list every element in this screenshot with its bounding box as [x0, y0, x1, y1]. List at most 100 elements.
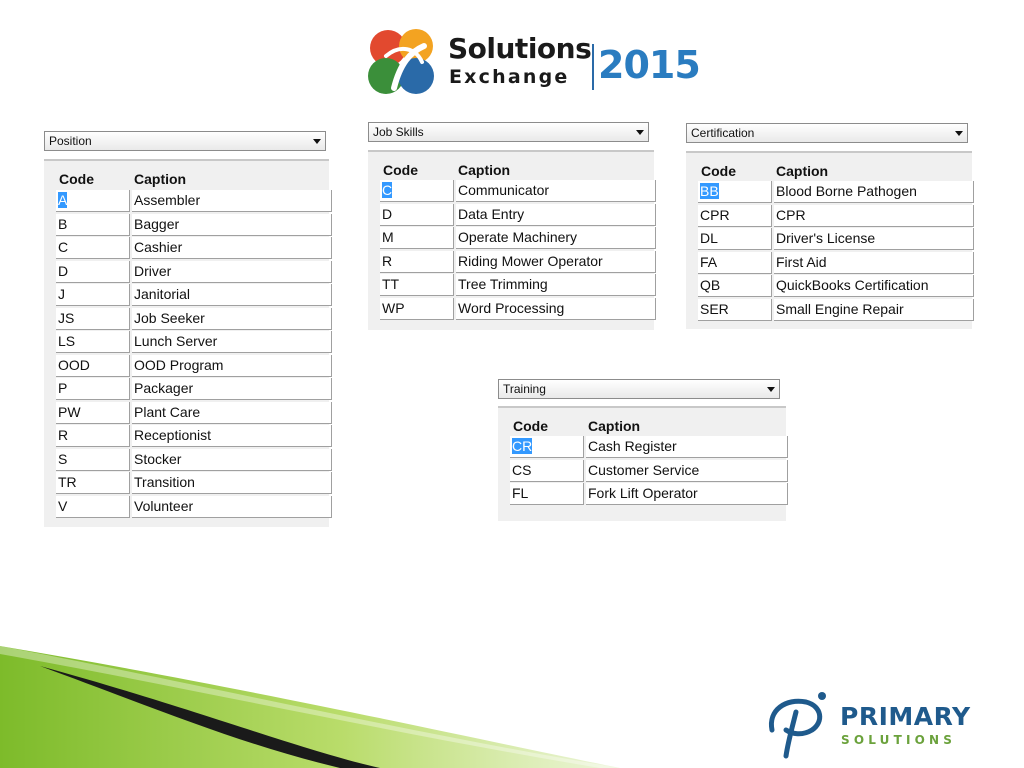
- code-cell[interactable]: CR: [510, 436, 584, 458]
- code-cell[interactable]: JS: [56, 307, 130, 330]
- code-column-header[interactable]: Code: [513, 418, 548, 434]
- caption-cell[interactable]: Bagger: [132, 213, 332, 236]
- code-text: CS: [512, 461, 532, 478]
- chevron-down-icon[interactable]: [767, 387, 775, 392]
- code-text: FL: [512, 485, 529, 501]
- chevron-down-icon[interactable]: [636, 130, 644, 135]
- training-dropdown[interactable]: Training: [498, 379, 780, 399]
- caption-cell[interactable]: Assembler: [132, 190, 332, 212]
- caption-text: OOD Program: [134, 356, 224, 373]
- caption-cell[interactable]: Transition: [132, 472, 332, 494]
- job-skills-dropdown-value: Job Skills: [373, 125, 424, 139]
- code-column-header[interactable]: Code: [383, 162, 418, 178]
- code-cell[interactable]: CS: [510, 459, 584, 482]
- caption-text: Packager: [134, 380, 194, 396]
- code-cell[interactable]: FA: [698, 251, 772, 274]
- code-cell[interactable]: PW: [56, 401, 130, 424]
- caption-cell[interactable]: OOD Program: [132, 354, 332, 377]
- caption-cell[interactable]: Cashier: [132, 237, 332, 259]
- code-cell[interactable]: CPR: [698, 204, 772, 227]
- caption-column-header[interactable]: Caption: [776, 163, 828, 179]
- code-cell[interactable]: BB: [698, 181, 772, 203]
- code-cell[interactable]: D: [380, 203, 454, 226]
- code-text: B: [58, 215, 68, 232]
- code-cell[interactable]: DL: [698, 228, 772, 250]
- caption-cell[interactable]: Fork Lift Operator: [586, 483, 788, 505]
- caption-cell[interactable]: Receptionist: [132, 425, 332, 447]
- caption-column-header[interactable]: Caption: [458, 162, 510, 178]
- code-cell[interactable]: M: [380, 227, 454, 249]
- caption-cell[interactable]: Stocker: [132, 448, 332, 471]
- code-cell[interactable]: SER: [698, 298, 772, 321]
- code-column-header[interactable]: Code: [701, 163, 736, 179]
- code-cell[interactable]: TT: [380, 274, 454, 296]
- code-cell[interactable]: P: [56, 378, 130, 400]
- code-cell[interactable]: A: [56, 190, 130, 212]
- code-cell[interactable]: R: [380, 250, 454, 273]
- caption-column-header[interactable]: Caption: [588, 418, 640, 434]
- caption-cell[interactable]: Lunch Server: [132, 331, 332, 353]
- code-text: JS: [58, 309, 75, 326]
- caption-cell[interactable]: Blood Borne Pathogen: [774, 181, 974, 203]
- caption-cell[interactable]: CPR: [774, 204, 974, 227]
- code-cell[interactable]: R: [56, 425, 130, 447]
- caption-text: First Aid: [776, 253, 827, 270]
- caption-cell[interactable]: Word Processing: [456, 297, 656, 320]
- chevron-down-icon[interactable]: [313, 139, 321, 144]
- code-cell[interactable]: S: [56, 448, 130, 471]
- code-cell[interactable]: FL: [510, 483, 584, 505]
- caption-cell[interactable]: Driver: [132, 260, 332, 283]
- caption-cell[interactable]: Driver's License: [774, 228, 974, 250]
- caption-text: Data Entry: [458, 205, 525, 222]
- code-text: QB: [700, 277, 721, 293]
- code-text: J: [58, 286, 65, 302]
- caption-column-header[interactable]: Caption: [134, 171, 186, 187]
- code-cell[interactable]: QB: [698, 275, 772, 297]
- code-cell[interactable]: C: [56, 237, 130, 259]
- caption-cell[interactable]: Tree Trimming: [456, 274, 656, 296]
- code-cell[interactable]: J: [56, 284, 130, 306]
- caption-cell[interactable]: Volunteer: [132, 495, 332, 518]
- position-dropdown[interactable]: Position: [44, 131, 326, 151]
- caption-cell[interactable]: Riding Mower Operator: [456, 250, 656, 273]
- caption-text: QuickBooks Certification: [776, 277, 929, 293]
- code-text: OOD: [58, 356, 90, 373]
- code-cell[interactable]: LS: [56, 331, 130, 353]
- caption-cell[interactable]: Janitorial: [132, 284, 332, 306]
- caption-cell[interactable]: Job Seeker: [132, 307, 332, 330]
- code-text: TR: [58, 474, 77, 490]
- caption-text: Assembler: [134, 192, 201, 208]
- code-cell[interactable]: C: [380, 180, 454, 202]
- caption-text: Riding Mower Operator: [458, 252, 603, 269]
- caption-cell[interactable]: Packager: [132, 378, 332, 400]
- caption-cell[interactable]: Plant Care: [132, 401, 332, 424]
- code-cell[interactable]: B: [56, 213, 130, 236]
- job-skills-dropdown[interactable]: Job Skills: [368, 122, 649, 142]
- caption-cell[interactable]: Data Entry: [456, 203, 656, 226]
- caption-cell[interactable]: First Aid: [774, 251, 974, 274]
- code-cell[interactable]: D: [56, 260, 130, 283]
- caption-cell[interactable]: Cash Register: [586, 436, 788, 458]
- code-cell[interactable]: OOD: [56, 354, 130, 377]
- code-column-header[interactable]: Code: [59, 171, 94, 187]
- chevron-down-icon[interactable]: [955, 131, 963, 136]
- caption-cell[interactable]: Small Engine Repair: [774, 298, 974, 321]
- code-text: LS: [58, 333, 76, 349]
- code-cell[interactable]: V: [56, 495, 130, 518]
- caption-text: Customer Service: [588, 461, 700, 478]
- caption-cell[interactable]: QuickBooks Certification: [774, 275, 974, 297]
- code-cell[interactable]: TR: [56, 472, 130, 494]
- caption-text: Fork Lift Operator: [588, 485, 698, 501]
- certification-dropdown[interactable]: Certification: [686, 123, 968, 143]
- caption-text: Janitorial: [134, 286, 191, 302]
- caption-text: Volunteer: [134, 497, 194, 514]
- caption-text: Communicator: [458, 182, 550, 198]
- caption-text: Word Processing: [458, 299, 565, 316]
- caption-cell[interactable]: Customer Service: [586, 459, 788, 482]
- caption-cell[interactable]: Communicator: [456, 180, 656, 202]
- logo-divider: [592, 44, 594, 90]
- primary-solutions-swirl-icon: [768, 692, 826, 759]
- code-cell[interactable]: WP: [380, 297, 454, 320]
- caption-cell[interactable]: Operate Machinery: [456, 227, 656, 249]
- caption-text: Job Seeker: [134, 309, 205, 326]
